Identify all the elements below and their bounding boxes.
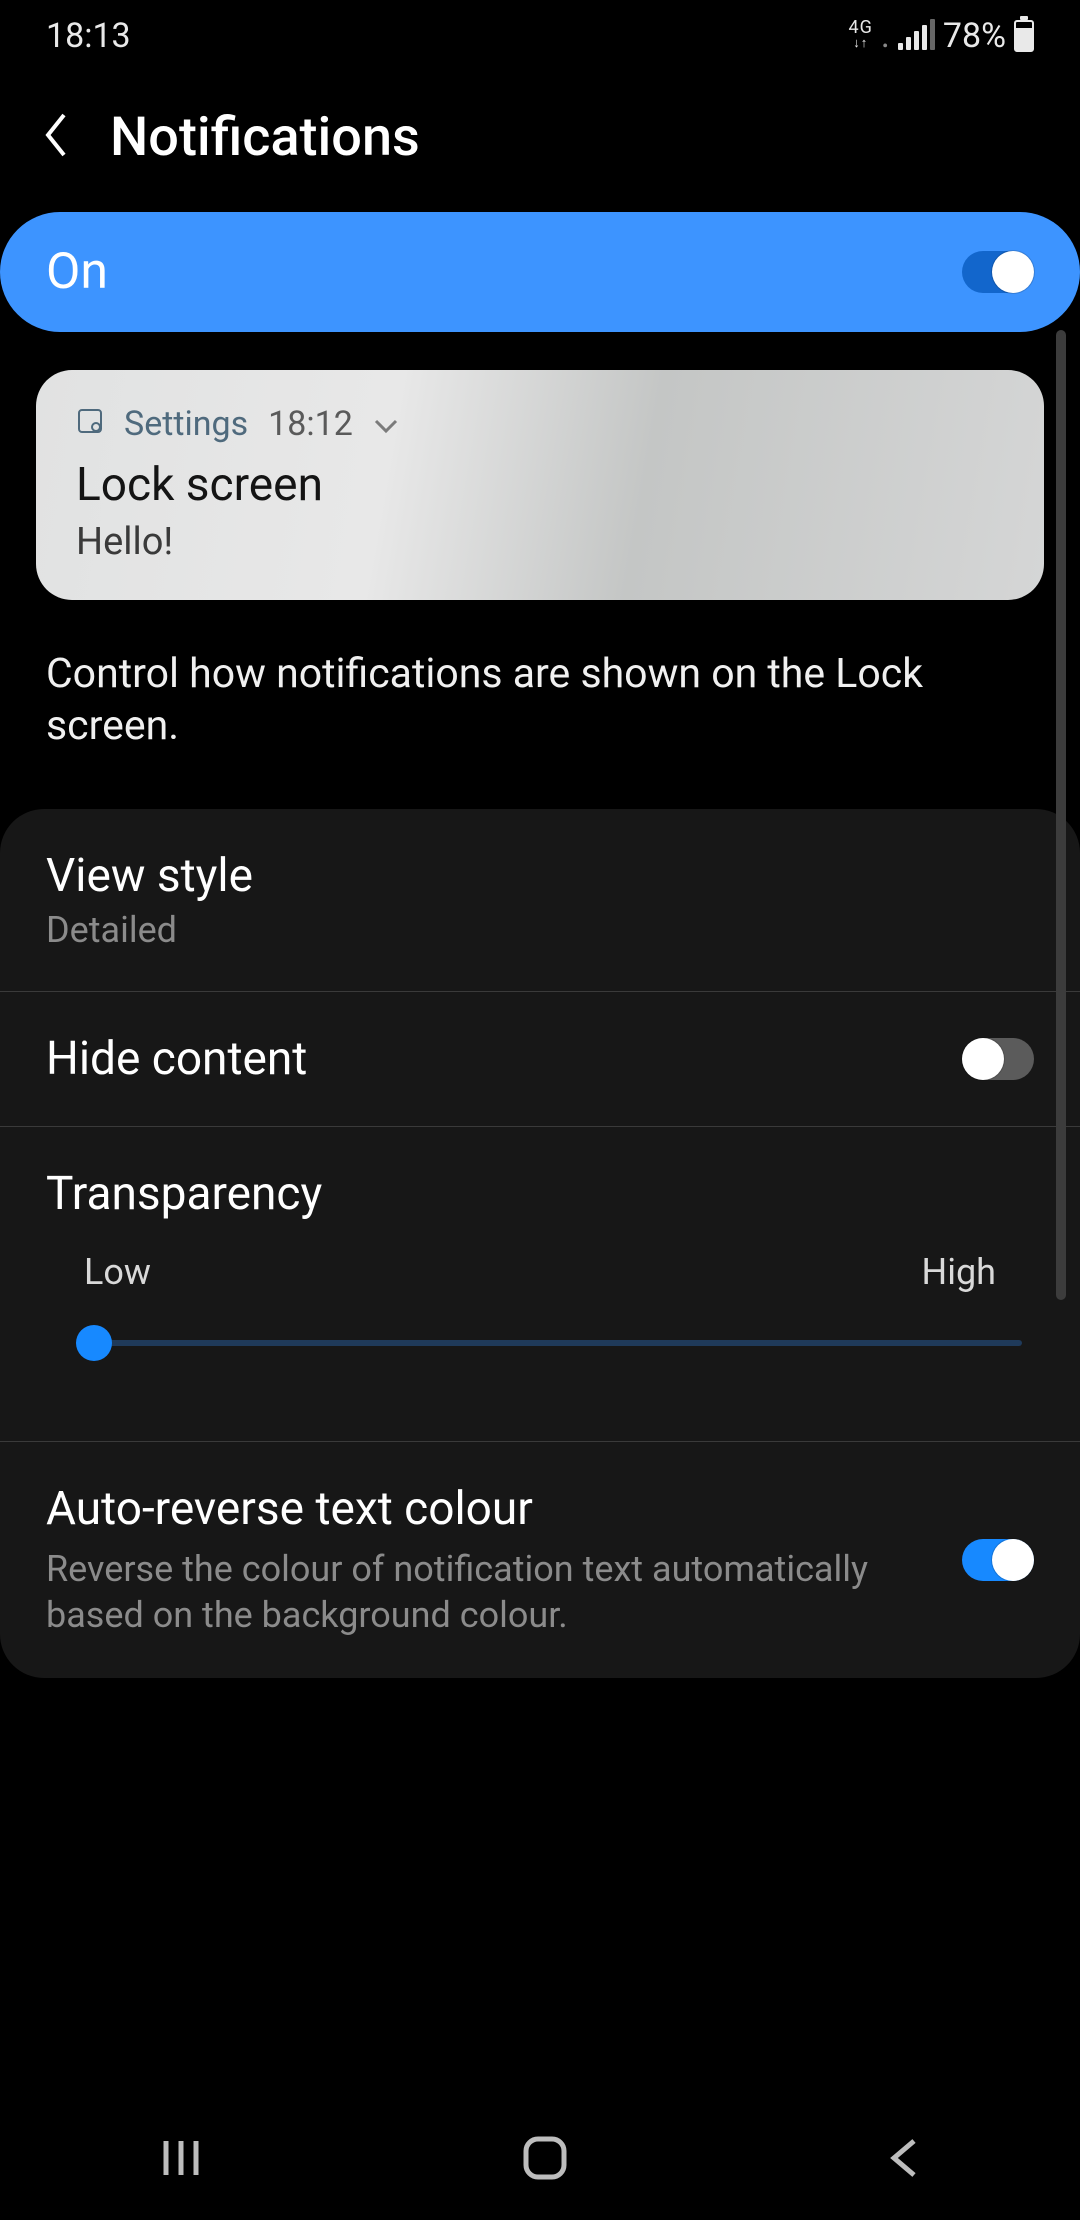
transparency-title: Transparency <box>46 1167 1034 1221</box>
notification-preview-card: Settings 18:12 Lock screen Hello! <box>36 370 1044 600</box>
back-button[interactable] <box>40 111 72 163</box>
settings-panel: View style Detailed Hide content Transpa… <box>0 809 1080 1678</box>
preview-timestamp: 18:12 <box>268 404 353 444</box>
scrollbar[interactable] <box>1056 330 1066 1300</box>
notifications-master-toggle[interactable]: On <box>0 212 1080 332</box>
settings-app-icon <box>76 404 104 444</box>
preview-app-name: Settings <box>124 404 248 444</box>
preview-title: Lock screen <box>76 458 1004 512</box>
nav-back-button[interactable] <box>886 2135 922 2185</box>
transparency-row: Transparency Low High <box>0 1127 1080 1442</box>
status-right: 4G ↓↑ . 78% <box>849 16 1034 56</box>
section-description: Control how notifications are shown on t… <box>46 648 1034 753</box>
preview-body: Hello! <box>76 520 1004 564</box>
status-time: 18:13 <box>46 16 131 56</box>
network-4g-icon: 4G ↓↑ <box>849 20 873 52</box>
home-button[interactable] <box>520 2133 570 2187</box>
auto-reverse-title: Auto-reverse text colour <box>46 1482 932 1536</box>
transparency-high-label: High <box>922 1251 996 1293</box>
view-style-value: Detailed <box>46 909 1034 951</box>
transparency-slider[interactable] <box>58 1327 1022 1359</box>
auto-reverse-desc: Reverse the colour of notification text … <box>46 1546 932 1638</box>
hide-content-row[interactable]: Hide content <box>0 992 1080 1127</box>
master-switch[interactable] <box>962 251 1034 293</box>
system-nav-bar <box>0 2100 1080 2220</box>
view-style-title: View style <box>46 849 1034 903</box>
view-style-row[interactable]: View style Detailed <box>0 809 1080 992</box>
chevron-down-icon <box>373 404 399 444</box>
signal-icon <box>898 22 935 50</box>
battery-percent: 78% <box>943 16 1006 56</box>
hide-content-title: Hide content <box>46 1032 932 1086</box>
battery-icon <box>1014 20 1034 52</box>
transparency-low-label: Low <box>84 1251 151 1293</box>
recents-button[interactable] <box>158 2137 204 2183</box>
page-title: Notifications <box>110 106 420 169</box>
hide-content-switch[interactable] <box>962 1038 1034 1080</box>
auto-reverse-row[interactable]: Auto-reverse text colour Reverse the col… <box>0 1442 1080 1678</box>
status-bar: 18:13 4G ↓↑ . 78% <box>0 0 1080 72</box>
master-toggle-label: On <box>46 243 108 301</box>
auto-reverse-switch[interactable] <box>962 1539 1034 1581</box>
titlebar: Notifications <box>0 72 1080 202</box>
